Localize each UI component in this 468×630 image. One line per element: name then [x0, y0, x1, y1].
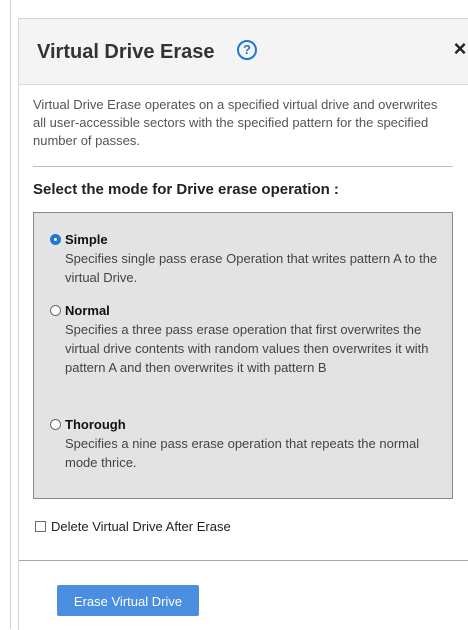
mode-label-normal: Normal [65, 302, 110, 318]
radio-normal[interactable] [50, 304, 61, 316]
mode-description-simple: Specifies single pass erase Operation th… [65, 251, 438, 285]
mode-label-thorough: Thorough [65, 416, 126, 432]
help-icon[interactable]: ? [237, 40, 257, 60]
erase-mode-group: Simple Specifies single pass erase Opera… [33, 212, 453, 499]
dialog-description: Virtual Drive Erase operates on a specif… [33, 97, 438, 148]
footer-divider [19, 560, 468, 561]
background-panel-edge [0, 0, 11, 629]
mode-option-simple[interactable]: Simple Specifies single pass erase Opera… [50, 231, 440, 287]
delete-after-erase-checkbox[interactable] [35, 521, 46, 532]
mode-description-thorough: Specifies a nine pass erase operation th… [65, 436, 420, 470]
mode-option-normal[interactable]: Normal Specifies a three pass erase oper… [50, 302, 440, 377]
radio-thorough[interactable] [50, 418, 61, 430]
mode-option-thorough[interactable]: Thorough Specifies a nine pass erase ope… [50, 416, 440, 472]
radio-simple[interactable] [50, 233, 61, 245]
delete-after-erase-label: Delete Virtual Drive After Erase [51, 519, 231, 534]
delete-after-erase-option[interactable]: Delete Virtual Drive After Erase [35, 519, 231, 534]
dialog-header: Virtual Drive Erase ? × [19, 19, 468, 85]
mode-description-normal: Specifies a three pass erase operation t… [65, 322, 429, 375]
close-icon[interactable]: × [451, 38, 468, 60]
erase-virtual-drive-button[interactable]: Erase Virtual Drive [57, 585, 199, 616]
dialog-title: Virtual Drive Erase [37, 41, 215, 63]
divider [33, 166, 453, 167]
mode-label-simple: Simple [65, 231, 108, 247]
virtual-drive-erase-dialog: Virtual Drive Erase ? × Virtual Drive Er… [18, 18, 468, 630]
mode-heading: Select the mode for Drive erase operatio… [33, 181, 339, 198]
